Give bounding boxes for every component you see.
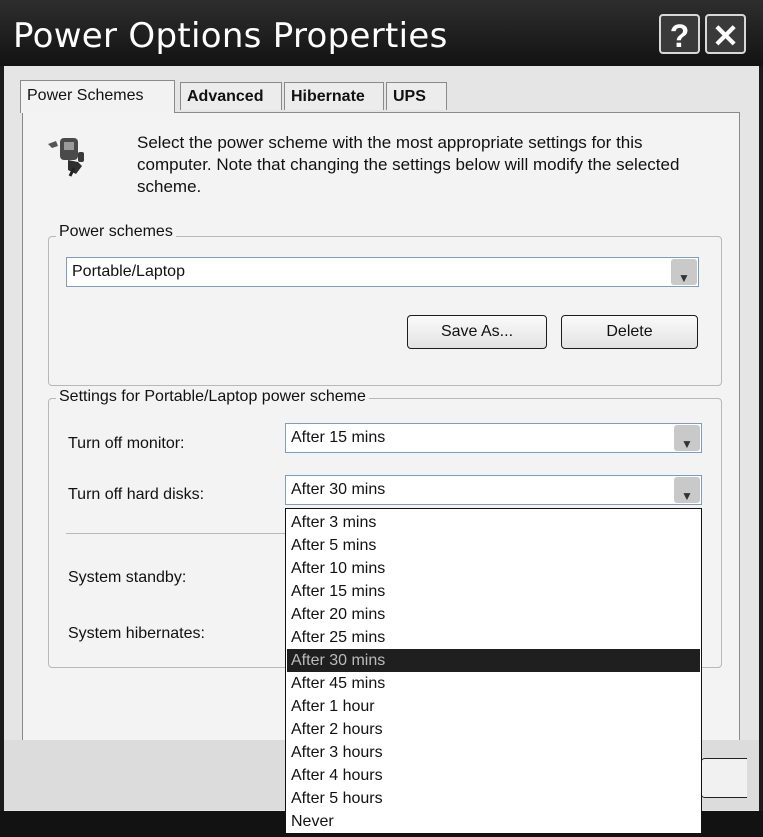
tab-power-schemes[interactable]: Power Schemes <box>20 80 175 113</box>
window-title: Power Options Properties <box>13 16 448 56</box>
monitor-timeout-select[interactable]: After 15 mins ▼ <box>285 423 702 453</box>
close-button[interactable]: ✕ <box>705 14 746 54</box>
standby-label: System standby: <box>68 569 187 586</box>
dropdown-option[interactable]: After 1 hour <box>287 695 700 718</box>
dialog-window: Power Options Properties ? ✕ Power Schem… <box>0 0 763 837</box>
dropdown-option[interactable]: After 2 hours <box>287 718 700 741</box>
hard-disks-label: Turn off hard disks: <box>68 486 205 503</box>
dropdown-option[interactable]: After 5 mins <box>287 534 700 557</box>
chevron-down-icon[interactable]: ▼ <box>674 477 700 503</box>
power-schemes-legend: Power schemes <box>56 223 176 241</box>
dropdown-option[interactable]: After 4 hours <box>287 764 700 787</box>
dropdown-option[interactable]: After 3 mins <box>287 511 700 534</box>
save-as-button[interactable]: Save As... <box>407 315 547 349</box>
power-plug-icon <box>44 132 94 178</box>
dropdown-option-selected[interactable]: After 30 mins <box>287 649 700 672</box>
dropdown-option[interactable]: Never <box>287 810 700 833</box>
title-bar[interactable]: Power Options Properties ? ✕ <box>0 0 763 66</box>
monitor-timeout-value: After 15 mins <box>291 429 386 446</box>
hard-disks-dropdown-list: After 3 mins After 5 mins After 10 mins … <box>285 508 702 834</box>
hard-disks-timeout-select[interactable]: After 30 mins ▼ <box>285 475 702 505</box>
dropdown-option[interactable]: After 3 hours <box>287 741 700 764</box>
dropdown-option[interactable]: After 10 mins <box>287 557 700 580</box>
delete-button[interactable]: Delete <box>561 315 698 349</box>
tab-hibernate[interactable]: Hibernate <box>284 82 384 110</box>
settings-legend: Settings for Portable/Laptop power schem… <box>56 388 369 406</box>
ok-button-partial[interactable] <box>700 758 747 798</box>
power-scheme-value: Portable/Laptop <box>72 263 185 280</box>
tab-ups[interactable]: UPS <box>386 82 447 110</box>
hard-disks-timeout-value: After 30 mins <box>291 481 386 498</box>
power-scheme-select[interactable]: Portable/Laptop ▼ <box>66 257 699 287</box>
settings-divider <box>66 533 286 534</box>
intro-description: Select the power scheme with the most ap… <box>137 133 680 196</box>
help-button[interactable]: ? <box>659 14 700 54</box>
dropdown-option[interactable]: After 15 mins <box>287 580 700 603</box>
chevron-down-icon[interactable]: ▼ <box>671 259 697 285</box>
dropdown-option[interactable]: After 5 hours <box>287 787 700 810</box>
monitor-label: Turn off monitor: <box>68 435 185 452</box>
chevron-down-icon[interactable]: ▼ <box>674 425 700 451</box>
dropdown-option[interactable]: After 25 mins <box>287 626 700 649</box>
hibernate-label: System hibernates: <box>68 625 205 642</box>
dropdown-option[interactable]: After 20 mins <box>287 603 700 626</box>
tab-advanced[interactable]: Advanced <box>180 82 282 110</box>
dropdown-option[interactable]: After 45 mins <box>287 672 700 695</box>
